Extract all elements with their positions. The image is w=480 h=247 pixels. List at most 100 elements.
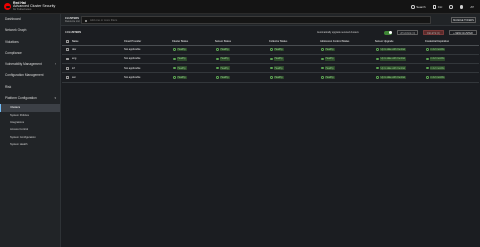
column-header[interactable]: Cloud Provider	[124, 39, 141, 45]
credential-expiration: in 12 months	[425, 55, 446, 63]
search-button[interactable]: Search	[411, 5, 426, 9]
column-header[interactable]: Admission Control Status	[320, 39, 349, 45]
row-checkbox[interactable]	[66, 46, 69, 54]
checkbox[interactable]	[66, 40, 69, 44]
check-circle-icon	[426, 57, 429, 61]
column-header[interactable]: Cluster Status	[172, 39, 188, 45]
nav-dashboard[interactable]: Dashboard	[0, 14, 60, 25]
column-header[interactable]: Name	[72, 39, 79, 45]
nav-sub-integrations[interactable]: Integrations	[0, 119, 60, 126]
check-circle-icon	[216, 57, 219, 61]
cloud-provider: Not applicable	[124, 76, 141, 80]
status-text: Healthy	[219, 47, 230, 52]
status-pill: Healthy	[269, 57, 285, 61]
status-pill: Healthy	[172, 75, 188, 80]
theme-button[interactable]	[459, 5, 464, 9]
status-text: Up to date with Central	[379, 66, 406, 71]
delete-button[interactable]: DELETE (0)	[423, 29, 444, 36]
nav-label: Compliance	[5, 50, 22, 55]
cli-label: CLI	[437, 5, 443, 9]
nav-label: Violations	[5, 39, 19, 44]
nav-label: Vulnerability Management	[5, 62, 42, 67]
status-pill: Healthy	[320, 66, 336, 71]
cluster-status: Healthy	[172, 46, 188, 54]
cli-button[interactable]: CLI	[432, 5, 443, 9]
nav-sub-system-policies[interactable]: System Policies	[0, 112, 60, 119]
table-row[interactable]: sat Not applicable Healthy Healthy Healt…	[62, 73, 479, 83]
nav-sub-system-health[interactable]: System Health	[0, 141, 60, 148]
nav-risk[interactable]: Risk	[0, 82, 60, 93]
status-pill: Up to date with Central	[375, 47, 407, 52]
checkbox[interactable]	[66, 76, 69, 79]
redhat-logo-icon[interactable]	[4, 2, 11, 10]
check-circle-icon	[376, 67, 379, 70]
status-pill: in 12 months	[425, 57, 446, 61]
top-header: Red Hat Advanced Cluster Security for Ku…	[0, 0, 480, 14]
top-actions: Search CLI AT	[411, 4, 474, 10]
theme-icon	[459, 5, 464, 9]
status-text: Healthy	[176, 75, 187, 80]
status-text: Up to date with Central	[379, 75, 406, 80]
nav-label: Platform Configuration	[5, 96, 37, 101]
nav-network-graph[interactable]: Network Graph	[0, 25, 60, 36]
nav-violations[interactable]: Violations	[0, 37, 60, 48]
column-header[interactable]: Collector Status	[269, 39, 287, 45]
new-cluster-button[interactable]: + NEW CLUSTER	[449, 29, 477, 36]
upgrade-button[interactable]: UPGRADE (0)	[397, 29, 418, 36]
table-row[interactable]: eng Not applicable Healthy Healthy Healt…	[62, 55, 479, 65]
nav-sub-access-control[interactable]: Access Control	[0, 126, 60, 133]
brand[interactable]: Red Hat Advanced Cluster Security for Ku…	[13, 1, 55, 12]
table-row[interactable]: inf Not applicable Healthy Healthy Healt…	[62, 64, 479, 74]
column-header[interactable]: Sensor Status	[215, 39, 231, 45]
cluster-name[interactable]: dev	[72, 46, 76, 54]
row-checkbox[interactable]	[66, 64, 69, 72]
column-header[interactable]: Credential Expiration	[425, 39, 449, 45]
check-circle-icon	[426, 48, 429, 51]
nav-platform-configuration[interactable]: Platform Configuration	[0, 93, 60, 105]
credential-expiration: in 12 months	[425, 64, 446, 72]
status-pill: Healthy	[215, 47, 231, 52]
check-circle-icon	[321, 67, 324, 70]
checkbox[interactable]	[66, 57, 69, 61]
auto-upgrade-toggle[interactable]	[384, 30, 392, 35]
nav-vulnerability-management[interactable]: Vulnerability Management	[0, 59, 60, 71]
status-pill: Healthy	[172, 47, 188, 52]
status-text: in 12 months	[429, 75, 446, 80]
auto-upgrade-label: Automatically upgrade secured clusters	[317, 31, 359, 35]
row-checkbox[interactable]	[66, 73, 69, 81]
status-pill: Healthy	[172, 66, 188, 71]
nav-configuration-management[interactable]: Configuration Management	[0, 70, 60, 81]
row-checkbox[interactable]	[66, 55, 69, 63]
status-text: Healthy	[324, 75, 335, 80]
user-menu[interactable]: AT	[470, 5, 474, 9]
collector-status: Healthy	[269, 55, 285, 63]
table-row[interactable]: dev Not applicable Healthy Healthy Healt…	[62, 46, 479, 55]
cluster-name[interactable]: sat	[72, 73, 75, 81]
checkbox[interactable]	[66, 66, 69, 70]
status-pill: Healthy	[269, 66, 285, 71]
cluster-name[interactable]: eng	[72, 55, 76, 63]
nav-sub-system-configuration[interactable]: System Configuration	[0, 134, 60, 141]
status-pill: Healthy	[172, 57, 188, 61]
column-header[interactable]: Sensor Upgrade	[375, 39, 393, 45]
cloud-provider: Not applicable	[124, 66, 141, 70]
nav-label: Configuration Management	[5, 73, 44, 78]
nav-sub-label: Integrations	[10, 120, 25, 124]
sensor-upgrade: Up to date with Central	[375, 64, 407, 72]
help-button[interactable]	[449, 5, 453, 9]
page-scope: CLUSTERS Resource List	[65, 17, 80, 23]
admission-control-status: Healthy	[320, 64, 336, 72]
nav-sub-clusters[interactable]: Clusters	[0, 104, 60, 112]
filter-bar: CLUSTERS Resource List Add one or more f…	[61, 14, 480, 26]
nav-compliance[interactable]: Compliance	[0, 48, 60, 59]
checkbox[interactable]	[66, 48, 69, 52]
check-circle-icon	[426, 76, 429, 79]
cluster-status: Healthy	[172, 55, 188, 63]
manage-tokens-button[interactable]: MANAGE TOKENS	[451, 17, 476, 23]
status-text: Healthy	[176, 66, 187, 71]
select-all-checkbox[interactable]	[66, 39, 69, 45]
search-filter-input[interactable]: Add one or more filters	[81, 16, 431, 24]
sensor-status: Healthy	[215, 73, 231, 81]
cluster-name[interactable]: inf	[72, 64, 75, 72]
nav-sub-label: System Health	[10, 142, 28, 146]
